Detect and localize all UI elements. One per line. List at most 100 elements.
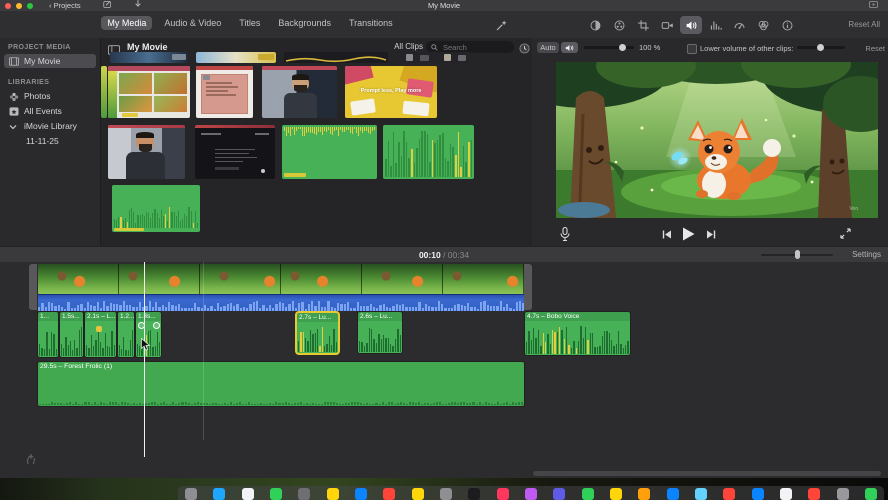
- clip-trim-handle-left[interactable]: [29, 264, 37, 310]
- volume-icon[interactable]: [680, 16, 702, 34]
- voiceover-mic-icon[interactable]: [560, 226, 570, 242]
- browser-thumb-audio[interactable]: [282, 125, 377, 179]
- tab-titles[interactable]: Titles: [233, 16, 266, 30]
- sidebar-item-my-movie[interactable]: My Movie: [4, 54, 96, 68]
- browser-thumb-terminal[interactable]: [195, 125, 275, 179]
- dock-app-icon[interactable]: [808, 488, 821, 500]
- volume-slider[interactable]: [584, 44, 634, 51]
- dock-app-icon[interactable]: [864, 488, 877, 500]
- timeline-audio-clip[interactable]: 2.1s – L...: [85, 312, 116, 357]
- browser-thumb-document[interactable]: [196, 66, 253, 118]
- dock-app-icon[interactable]: [779, 488, 792, 500]
- lower-volume-slider[interactable]: [797, 44, 845, 51]
- clip-marker-dot[interactable]: [96, 326, 102, 332]
- browser-thumb-partial[interactable]: [101, 66, 107, 118]
- crop-icon[interactable]: [632, 16, 654, 34]
- display-icon[interactable]: [869, 1, 878, 10]
- dock-app-icon[interactable]: [496, 488, 509, 500]
- tab-backgrounds[interactable]: Backgrounds: [272, 16, 337, 30]
- play-button[interactable]: [682, 227, 695, 241]
- timeline-audio-clip-selected[interactable]: 2.7s – Lu...: [297, 313, 338, 353]
- color-balance-icon[interactable]: [584, 16, 606, 34]
- timeline-zoom-slider[interactable]: [761, 250, 833, 259]
- auto-volume-button[interactable]: Auto: [537, 42, 559, 53]
- browser-thumb-partial[interactable]: [398, 52, 470, 63]
- tab-audio-video[interactable]: Audio & Video: [158, 16, 227, 30]
- dock-app-icon[interactable]: [553, 488, 566, 500]
- fullscreen-icon[interactable]: [840, 228, 851, 239]
- dock-app-icon[interactable]: [383, 488, 396, 500]
- sidebar-item-label: iMovie Library: [24, 121, 77, 131]
- import-media-icon[interactable]: [134, 0, 142, 11]
- dock-app-icon[interactable]: [751, 488, 764, 500]
- sidebar-item-imovie-library[interactable]: iMovie Library: [4, 119, 96, 133]
- timeline-settings-button[interactable]: Settings: [852, 250, 881, 259]
- dock-app-icon[interactable]: [354, 488, 367, 500]
- browser-thumb-audio[interactable]: [112, 185, 200, 232]
- fade-handle[interactable]: [153, 322, 160, 329]
- dock-app-icon[interactable]: [836, 488, 849, 500]
- enhance-wand-icon[interactable]: [490, 16, 512, 34]
- dock-app-icon[interactable]: [666, 488, 679, 500]
- effects-icon[interactable]: [752, 16, 774, 34]
- close-window-button[interactable]: [5, 2, 11, 9]
- reset-all-button[interactable]: Reset All: [848, 20, 880, 29]
- dock-app-icon[interactable]: [213, 488, 226, 500]
- dock-app-icon[interactable]: [241, 488, 254, 500]
- dock-app-icon[interactable]: [326, 488, 339, 500]
- dock-app-icon[interactable]: [468, 488, 481, 500]
- browser-thumb-banner[interactable]: Prompt less, Play more: [345, 66, 437, 118]
- dock-app-icon[interactable]: [723, 488, 736, 500]
- dock-app-icon[interactable]: [269, 488, 282, 500]
- clip-trim-handle-right[interactable]: [524, 264, 532, 310]
- sidebar-item-all-events[interactable]: All Events: [4, 104, 96, 118]
- timeline-audio-clip[interactable]: 1.5s...: [60, 312, 83, 357]
- mute-button[interactable]: [561, 42, 578, 53]
- back-to-projects-button[interactable]: ‹ Projects: [49, 1, 81, 10]
- zoom-window-button[interactable]: [27, 2, 33, 9]
- timeline-audio-clip[interactable]: 1...: [38, 312, 58, 357]
- playhead[interactable]: [144, 262, 145, 457]
- info-icon[interactable]: [776, 16, 798, 34]
- browser-thumb-partial[interactable]: [196, 52, 276, 63]
- timeline-audio-clip[interactable]: 2.6s – Lu...: [358, 312, 402, 353]
- export-icon[interactable]: [103, 0, 112, 11]
- search-input[interactable]: [441, 41, 505, 53]
- dock-app-icon[interactable]: [439, 488, 452, 500]
- speaker-icon: [565, 44, 574, 51]
- dock-app-icon[interactable]: [581, 488, 594, 500]
- tab-my-media[interactable]: My Media: [101, 16, 153, 30]
- timeline-video-audio-waveform[interactable]: [38, 294, 524, 311]
- lower-volume-checkbox[interactable]: [687, 44, 697, 54]
- sidebar-item-11-11-25[interactable]: 11-11-25: [4, 134, 96, 148]
- dock-app-icon[interactable]: [185, 488, 197, 500]
- browser-thumb-person[interactable]: [262, 66, 337, 118]
- previous-frame-button[interactable]: [662, 230, 672, 239]
- timeline-video-clip[interactable]: [38, 264, 524, 294]
- clip-duration-icon[interactable]: [519, 41, 530, 59]
- stabilization-icon[interactable]: [656, 16, 678, 34]
- browser-thumb-partial[interactable]: [284, 52, 388, 63]
- timeline-scrollbar[interactable]: [533, 471, 881, 476]
- timeline-music-clip[interactable]: 29.5s – Forest Frolic (1): [38, 362, 524, 406]
- timeline-audio-clip[interactable]: 1.2...: [118, 312, 134, 357]
- dock-app-icon[interactable]: [411, 488, 424, 500]
- browser-thumb-video[interactable]: [108, 66, 190, 118]
- browser-thumb-partial[interactable]: [110, 52, 188, 63]
- speed-icon[interactable]: [728, 16, 750, 34]
- dock-app-icon[interactable]: [524, 488, 537, 500]
- reset-volume-button[interactable]: Reset: [865, 44, 885, 53]
- minimize-window-button[interactable]: [16, 2, 22, 9]
- color-correction-icon[interactable]: [608, 16, 630, 34]
- dock-app-icon[interactable]: [638, 488, 651, 500]
- dock-app-icon[interactable]: [694, 488, 707, 500]
- sidebar-item-photos[interactable]: Photos: [4, 89, 96, 103]
- browser-thumb-person[interactable]: [108, 125, 185, 179]
- dock-app-icon[interactable]: [609, 488, 622, 500]
- timeline-audio-clip[interactable]: 4.7s – Bobo Voice: [525, 312, 630, 355]
- tab-transitions[interactable]: Transitions: [343, 16, 399, 30]
- browser-thumb-audio[interactable]: [383, 125, 474, 179]
- dock-app-icon[interactable]: [298, 488, 311, 500]
- next-frame-button[interactable]: [706, 230, 716, 239]
- noise-reduction-icon[interactable]: [704, 16, 726, 34]
